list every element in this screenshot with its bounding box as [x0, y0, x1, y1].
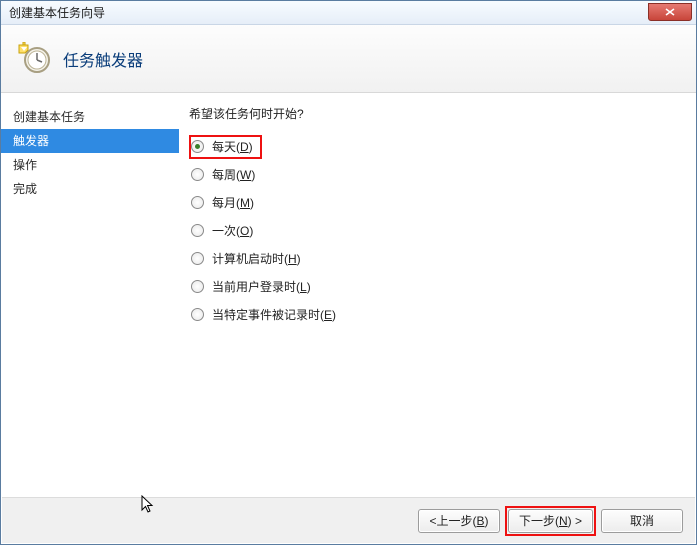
- radio-option-0[interactable]: 每天(D): [191, 132, 680, 160]
- radio-button[interactable]: [191, 308, 204, 321]
- wizard-header: 任务触发器: [1, 25, 696, 93]
- wizard-content: 希望该任务何时开始? 每天(D) 每周(W) 每月(M) 一次(O) 计算机启动时(H)…: [179, 93, 696, 496]
- radio-option-4[interactable]: 计算机启动时(H): [191, 244, 680, 272]
- radio-option-2[interactable]: 每月(M): [191, 188, 680, 216]
- radio-option-3[interactable]: 一次(O): [191, 216, 680, 244]
- radio-button[interactable]: [191, 196, 204, 209]
- sidebar-item-trigger[interactable]: 触发器: [1, 129, 179, 153]
- radio-button[interactable]: [191, 140, 204, 153]
- radio-option-1[interactable]: 每周(W): [191, 160, 680, 188]
- back-button[interactable]: <上一步(B): [418, 509, 500, 533]
- sidebar-item-finish[interactable]: 完成: [1, 177, 179, 201]
- radio-button[interactable]: [191, 252, 204, 265]
- wizard-window: 创建基本任务向导 任务触发器 创建基本任务 触发器 操作: [0, 0, 697, 545]
- next-button[interactable]: 下一步(N) >: [508, 509, 593, 533]
- radio-label: 每周(W): [212, 166, 255, 183]
- wizard-step-title: 任务触发器: [63, 47, 143, 71]
- titlebar: 创建基本任务向导: [1, 1, 696, 25]
- window-title: 创建基本任务向导: [9, 4, 105, 21]
- radio-button[interactable]: [191, 168, 204, 181]
- radio-label: 每天(D): [212, 138, 253, 155]
- radio-label: 当前用户登录时(L): [212, 278, 311, 295]
- sidebar-item-action[interactable]: 操作: [1, 153, 179, 177]
- radio-button[interactable]: [191, 224, 204, 237]
- radio-label: 当特定事件被记录时(E): [212, 306, 336, 323]
- cancel-button[interactable]: 取消: [601, 509, 683, 533]
- wizard-footer: <上一步(B) 下一步(N) > 取消: [2, 497, 695, 543]
- radio-label: 一次(O): [212, 222, 253, 239]
- radio-button[interactable]: [191, 280, 204, 293]
- radio-option-5[interactable]: 当前用户登录时(L): [191, 272, 680, 300]
- scheduler-icon: [17, 42, 51, 76]
- close-icon: [665, 8, 675, 16]
- close-button[interactable]: [648, 3, 692, 21]
- radio-label: 每月(M): [212, 194, 254, 211]
- sidebar-item-create-task[interactable]: 创建基本任务: [1, 105, 179, 129]
- trigger-prompt: 希望该任务何时开始?: [189, 105, 680, 122]
- radio-option-6[interactable]: 当特定事件被记录时(E): [191, 300, 680, 328]
- wizard-sidebar: 创建基本任务 触发器 操作 完成: [1, 93, 179, 496]
- radio-label: 计算机启动时(H): [212, 250, 301, 267]
